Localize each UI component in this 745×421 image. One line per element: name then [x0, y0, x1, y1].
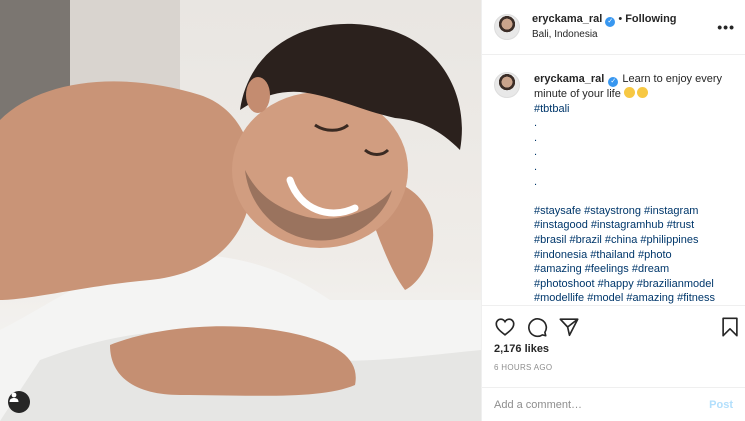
like-count[interactable]: 2,176 likes [494, 343, 549, 355]
caption-text: eryckama_ral ✓ Learn to enjoy every minute… [534, 72, 724, 304]
comment-input[interactable] [494, 398, 710, 411]
post-header: eryckama_ral ✓ • Following Bali, Indonesia … [482, 0, 745, 55]
more-horizontal-icon[interactable]: ••• [717, 19, 735, 35]
caption-row: eryckama_ral ✓ Learn to enjoy every minute… [494, 72, 733, 304]
paper-plane-icon[interactable] [558, 316, 580, 338]
post-photo[interactable] [0, 0, 481, 421]
following-button[interactable]: Following [625, 13, 676, 25]
author-avatar[interactable] [494, 14, 520, 40]
caption-avatar[interactable] [494, 72, 520, 98]
caption-area: eryckama_ral ✓ Learn to enjoy every minute… [482, 56, 745, 304]
comment-bar: Post [482, 387, 745, 421]
hashtag-link[interactable]: #tbtbali [534, 102, 724, 117]
post-location[interactable]: Bali, Indonesia [532, 27, 677, 42]
heart-icon[interactable] [494, 316, 516, 338]
hashtag-line[interactable]: #photoshoot #happy #brazilianmodel [534, 277, 724, 292]
post-comment-button[interactable]: Post [709, 399, 733, 411]
ear [246, 77, 270, 113]
hashtag-line[interactable]: #instagood #instagramhub #trust [534, 218, 724, 233]
hashtag-line[interactable]: #staysafe #staystrong #instagram [534, 204, 724, 219]
photo-illustration [0, 0, 481, 421]
verified-badge-icon: ✓ [605, 17, 616, 27]
author-username[interactable]: eryckama_ral [532, 13, 602, 25]
caption-dot: . [534, 131, 538, 144]
caption-dot: . [534, 117, 538, 130]
smile-emoji [623, 87, 635, 98]
comment-bubble-icon[interactable] [526, 316, 548, 338]
hashtag-line[interactable]: #amazing #feelings #dream [534, 262, 724, 277]
author-meta: eryckama_ral ✓ • Following Bali, Indonesia [532, 12, 677, 42]
action-bar [482, 305, 745, 345]
hashtag-line[interactable]: #indonesia #thailand #photo [534, 248, 724, 263]
instagram-post: eryckama_ral ✓ • Following Bali, Indonesia … [0, 0, 745, 421]
grin-emoji [636, 87, 648, 98]
caption-verified-badge-icon: ✓ [608, 77, 619, 87]
post-timestamp[interactable]: 6 HOURS AGO [494, 363, 552, 372]
hashtag-line[interactable]: #brasil #brazil #china #philippines [534, 233, 724, 248]
caption-dot: . [534, 160, 538, 173]
caption-dot: . [534, 175, 538, 188]
bookmark-icon[interactable] [719, 316, 741, 338]
caption-dot: . [534, 146, 538, 159]
separator-dot: • [618, 13, 623, 25]
caption-username[interactable]: eryckama_ral [534, 73, 604, 85]
post-sidebar: eryckama_ral ✓ • Following Bali, Indonesia … [481, 0, 745, 421]
user-tag-icon[interactable] [8, 391, 30, 413]
hashtag-line[interactable]: #modellife #model #amazing #fitness [534, 291, 724, 304]
